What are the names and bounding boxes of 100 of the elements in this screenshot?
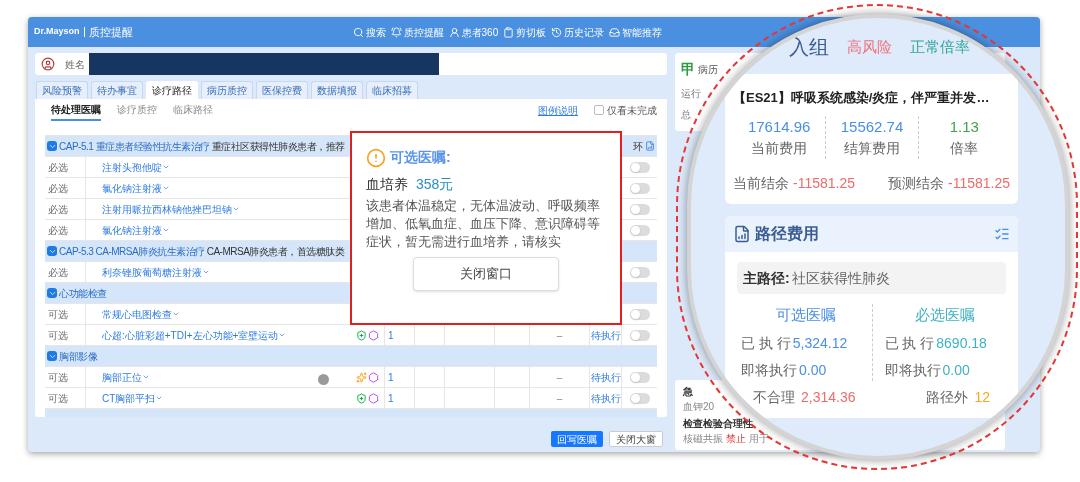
card-title: 路径费用	[755, 224, 819, 244]
tab[interactable]: 风险预警	[36, 81, 88, 99]
legend-link[interactable]: 图例说明	[538, 102, 578, 118]
status-link[interactable]: 待执行	[590, 327, 621, 343]
toggle-switch[interactable]	[629, 182, 650, 194]
toolbar-button[interactable]: 患者360	[448, 24, 499, 40]
collapse-toggle[interactable]	[47, 141, 57, 151]
hexagon-icon	[368, 371, 379, 383]
order-name[interactable]: 常规心电图检查	[102, 306, 172, 322]
order-name[interactable]: 氯化钠注射液	[102, 180, 162, 196]
checkbox-label: 仅看未完成	[607, 103, 657, 118]
window-title: 质控提醒	[88, 24, 133, 40]
bell-icon	[390, 26, 402, 38]
shield-plus-icon	[356, 392, 367, 404]
group-title: 心功能检查	[59, 286, 107, 301]
tab[interactable]: 病历质控	[201, 81, 253, 99]
amount-value: 0.00	[799, 360, 827, 380]
toggle-switch[interactable]	[629, 224, 650, 236]
toolbar-button[interactable]: 历史记录	[551, 24, 605, 40]
column-title: 必选医嘱	[915, 305, 976, 325]
order-name[interactable]: 心超:心脏彩超+TDI+左心功能+室壁运动	[102, 327, 279, 343]
row-type: 必选	[47, 202, 69, 217]
alert-detail: 核磁共振 禁止 用于	[683, 432, 769, 446]
close-button[interactable]: 关闭大窗	[609, 431, 663, 447]
toolbar-button[interactable]: 搜索	[352, 24, 386, 40]
popup-title: 可选医嘱:	[390, 148, 451, 167]
group-note: CA-MRSA肺炎患者，首选糖肽类	[206, 244, 345, 259]
order-name[interactable]: 利奈锉胺葡萄糖注射液	[102, 264, 202, 280]
shield-plus-icon	[356, 329, 367, 341]
toolbar-button[interactable]: 质控提醒	[390, 24, 444, 40]
order-name[interactable]: 胸部正位	[102, 369, 142, 385]
toggle-switch[interactable]	[629, 308, 650, 320]
report-icon	[733, 225, 751, 243]
stat-value: 17614.96	[747, 116, 811, 137]
toggle-switch[interactable]	[629, 392, 650, 404]
stat-label: 当前费用	[751, 139, 808, 158]
sub-tab[interactable]: 临床路径	[173, 99, 213, 121]
group-title: 胸部影像	[59, 349, 97, 364]
drg-title: 【ES21】呼吸系统感染/炎症，伴严重并发…	[733, 89, 990, 107]
row-type: 必选	[47, 160, 69, 175]
caret-icon	[278, 331, 287, 339]
collapse-toggle[interactable]	[47, 246, 57, 256]
order-name[interactable]: 氯化钠注射液	[102, 222, 162, 238]
checkbox[interactable]	[594, 105, 604, 115]
sidebar-label: 运行	[681, 87, 701, 101]
status-link[interactable]: 待执行	[590, 390, 621, 406]
row-type: 必选	[47, 181, 69, 196]
caret-icon	[202, 268, 210, 276]
tab[interactable]: 数据填报	[311, 81, 363, 99]
alert-detail: 血钾20	[683, 400, 715, 414]
toggle-switch[interactable]	[629, 203, 650, 215]
toggle-switch[interactable]	[629, 329, 650, 341]
quantity: 1	[388, 370, 394, 385]
quantity: 1	[388, 391, 394, 406]
caret-icon	[142, 373, 150, 381]
sub-tab[interactable]: 诊疗质控	[117, 99, 157, 121]
toggle-switch[interactable]	[629, 266, 650, 278]
tab[interactable]: 待办事宜	[91, 81, 143, 99]
balance-label: 当前结余	[733, 174, 789, 193]
risk-tag: 正常倍率	[910, 35, 970, 59]
collapse-toggle[interactable]	[47, 288, 57, 298]
popup-message: 该患者体温稳定，无体温波动、呼吸频率增加、低氧血症、血压下降、意识障碍等症状，暂无需进行血培养，请核实	[366, 198, 601, 251]
list-icon	[994, 226, 1010, 242]
collapse-toggle[interactable]	[47, 351, 57, 361]
write-back-button[interactable]: 回写医嘱	[551, 431, 603, 447]
grade-label: 甲	[681, 60, 695, 79]
caret-icon	[162, 226, 170, 234]
tab[interactable]: 诊疗路径	[146, 81, 198, 99]
name-label: 姓名	[65, 57, 85, 72]
tab[interactable]: 医保控费	[256, 81, 308, 99]
total-label: 路径外	[926, 387, 969, 407]
row-type: 可选	[47, 391, 69, 406]
tab[interactable]: 临床招募	[366, 81, 418, 99]
toolbar-button[interactable]: 智能推荐	[609, 24, 663, 40]
sub-tab[interactable]: 待处理医嘱	[51, 99, 101, 121]
amount-value: 5,324.12	[792, 333, 848, 353]
history-icon	[551, 26, 563, 38]
price: 358元	[416, 175, 454, 194]
amount-value: 8690.18	[936, 333, 987, 353]
row-type: 必选	[47, 265, 69, 280]
column-header: 环	[633, 139, 643, 154]
risk-tag: 高风险	[847, 35, 892, 59]
toggle-switch[interactable]	[629, 371, 650, 383]
close-window-button[interactable]: 关闭窗口	[413, 257, 559, 291]
group-note: 重症社区获得性肺炎患者，推荐	[211, 139, 345, 154]
amount-label: 已 执 行	[741, 333, 791, 353]
empty-value: –	[556, 328, 563, 343]
total-value: 2,314.36	[801, 387, 856, 407]
toggle-switch[interactable]	[629, 161, 650, 173]
quantity: 1	[388, 328, 394, 343]
tray-icon	[609, 26, 621, 38]
stat-value: 1.13	[949, 116, 979, 137]
order-name[interactable]: CT胸部平扫	[102, 390, 156, 406]
caret-icon	[232, 205, 240, 213]
sparkle-icon	[356, 371, 367, 383]
toolbar-button[interactable]: 剪切板	[503, 24, 547, 40]
order-name[interactable]: 注射头孢他啶	[102, 159, 162, 175]
status-link[interactable]: 待执行	[590, 369, 621, 385]
order-name[interactable]: 注射用哌拉西林钠他挫巴坦钠	[102, 201, 232, 217]
row-type: 可选	[47, 370, 69, 385]
